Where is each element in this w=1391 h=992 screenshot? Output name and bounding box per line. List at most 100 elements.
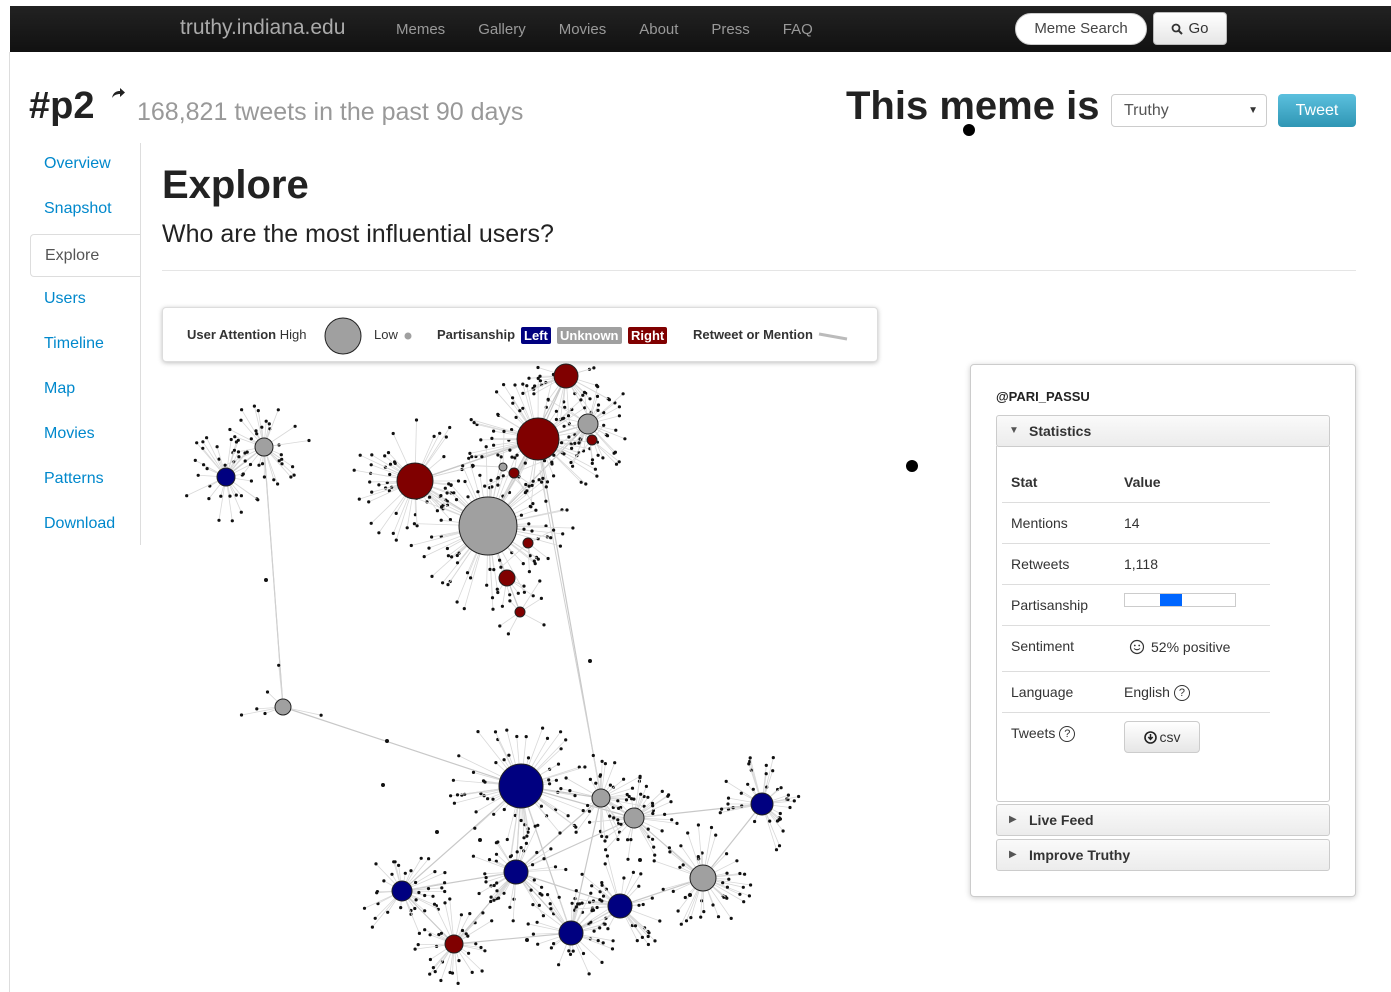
nav-faq[interactable]: FAQ: [783, 21, 813, 38]
graph-leaf: [600, 960, 604, 965]
nav-about[interactable]: About: [639, 21, 678, 38]
graph-node[interactable]: [591, 788, 611, 808]
graph-node[interactable]: [503, 859, 529, 885]
graph-node[interactable]: [498, 763, 544, 809]
graph-node[interactable]: [750, 792, 774, 816]
graph-leaf: [478, 838, 482, 842]
graph-leaf: [617, 405, 622, 409]
graph-node[interactable]: [514, 606, 526, 618]
meme-title: #p2: [29, 85, 95, 127]
graph-leaf: [484, 876, 488, 880]
graph-leaf: [552, 942, 556, 946]
graph-leaf: [494, 852, 499, 856]
graph-node[interactable]: [254, 437, 274, 457]
live-feed-accordion-header[interactable]: ▶ Live Feed: [996, 804, 1330, 836]
graph-leaf: [388, 462, 393, 466]
help-icon[interactable]: ?: [1173, 685, 1190, 702]
graph-node[interactable]: [458, 496, 518, 556]
graph-leaf: [490, 919, 494, 923]
graph-leaf: [669, 800, 673, 804]
graph-leaf: [369, 521, 373, 525]
go-button[interactable]: Go: [1153, 12, 1227, 45]
graph-node[interactable]: [558, 920, 584, 946]
graph-leaf: [443, 486, 447, 490]
graph-leaf: [472, 421, 476, 425]
sidebar-item-patterns[interactable]: Patterns: [30, 458, 141, 503]
value-header: Value: [1124, 474, 1161, 490]
sidebar-item-overview[interactable]: Overview: [30, 143, 141, 188]
graph-node[interactable]: [274, 698, 292, 716]
graph-node[interactable]: [508, 467, 520, 479]
graph-node[interactable]: [498, 569, 516, 587]
graph-leaf: [525, 938, 529, 942]
sidebar-item-movies[interactable]: Movies: [30, 413, 141, 458]
panel-username[interactable]: @PARI_PASSU: [996, 389, 1090, 404]
csv-download-button[interactable]: csv: [1124, 721, 1200, 753]
help-icon[interactable]: ?: [1059, 726, 1076, 743]
statistics-accordion-header[interactable]: ▼ Statistics: [996, 415, 1330, 447]
graph-leaf: [638, 858, 642, 862]
graph-leaf: [476, 730, 480, 734]
legend-high: High: [279, 327, 307, 342]
meme-search-input[interactable]: Meme Search: [1015, 13, 1147, 45]
graph-leaf: [483, 872, 487, 876]
graph-leaf: [272, 478, 276, 482]
network-graph[interactable]: [150, 360, 970, 992]
graph-node[interactable]: [516, 417, 560, 461]
site-brand[interactable]: truthy.indiana.edu: [180, 16, 345, 40]
graph-leaf: [571, 949, 575, 953]
graph-node[interactable]: [623, 807, 645, 829]
sidebar-item-map[interactable]: Map: [30, 368, 141, 413]
graph-leaf: [598, 926, 602, 930]
nav-press[interactable]: Press: [711, 21, 749, 38]
classification-select[interactable]: Truthy ▼: [1111, 94, 1267, 127]
graph-leaf: [524, 735, 528, 739]
graph-leaf: [502, 383, 506, 387]
graph-node[interactable]: [498, 462, 508, 472]
graph-node[interactable]: [586, 434, 598, 446]
graph-node[interactable]: [396, 462, 434, 500]
graph-leaf: [262, 475, 266, 479]
graph-leaf: [592, 366, 596, 370]
graph-leaf: [591, 753, 595, 758]
graph-leaf: [564, 738, 568, 742]
graph-node[interactable]: [689, 864, 717, 892]
graph-node[interactable]: [553, 363, 579, 389]
sidebar-item-timeline[interactable]: Timeline: [30, 323, 141, 368]
nav-gallery[interactable]: Gallery: [478, 21, 526, 38]
graph-leaf: [566, 414, 571, 418]
graph-node[interactable]: [607, 893, 633, 919]
nav-memes[interactable]: Memes: [396, 21, 445, 38]
graph-leaf: [527, 376, 531, 380]
graph-node[interactable]: [391, 880, 413, 902]
improve-truthy-accordion-header[interactable]: ▶ Improve Truthy: [996, 839, 1330, 871]
nav-movies[interactable]: Movies: [559, 21, 607, 38]
graph-leaf: [502, 758, 506, 762]
sidebar-item-snapshot[interactable]: Snapshot: [30, 188, 141, 233]
graph-node[interactable]: [522, 537, 534, 549]
graph-leaf: [748, 756, 752, 760]
graph-leaf: [778, 817, 783, 821]
graph-leaf: [738, 871, 742, 876]
graph-leaf: [603, 839, 607, 843]
graph-edge: [702, 803, 763, 879]
sidebar-item-users[interactable]: Users: [30, 278, 141, 323]
graph-leaf: [522, 584, 526, 588]
sidebar-item-explore[interactable]: Explore: [30, 234, 141, 277]
graph-leaf: [590, 884, 594, 888]
graph-leaf: [545, 736, 550, 741]
sidebar-item-download[interactable]: Download: [30, 503, 141, 548]
graph-leaf: [427, 546, 431, 550]
graph-leaf: [590, 909, 594, 913]
graph-node[interactable]: [216, 467, 236, 487]
share-arrow-icon[interactable]: [110, 86, 126, 100]
graph-leaf: [457, 754, 461, 758]
graph-node[interactable]: [577, 413, 599, 435]
tweet-button[interactable]: Tweet: [1278, 94, 1356, 127]
graph-leaf: [452, 801, 456, 805]
graph-leaf: [483, 780, 487, 784]
graph-node[interactable]: [444, 934, 464, 954]
graph-leaf: [653, 853, 657, 857]
graph-leaf: [688, 893, 692, 897]
graph-edge: [539, 469, 601, 791]
